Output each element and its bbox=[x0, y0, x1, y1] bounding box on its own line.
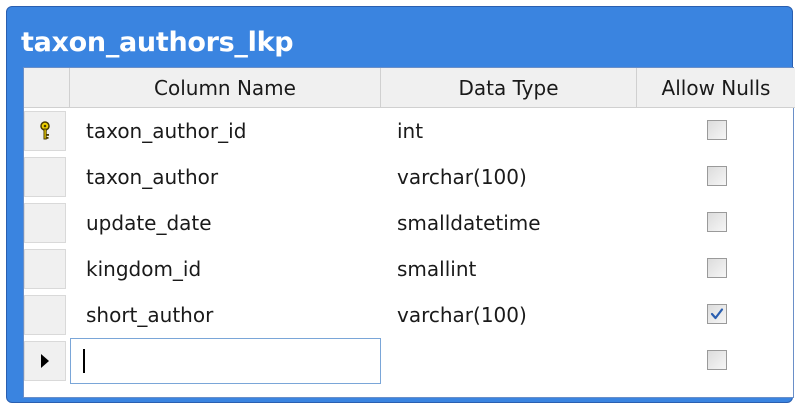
allow-nulls-checkbox[interactable] bbox=[707, 258, 727, 278]
table-row[interactable]: kingdom_id smallint bbox=[24, 246, 795, 292]
column-name-cell[interactable]: short_author bbox=[86, 292, 213, 338]
data-type-cell[interactable]: smalldatetime bbox=[397, 200, 541, 246]
allow-nulls-checkbox[interactable] bbox=[707, 304, 727, 324]
table-row[interactable]: taxon_author varchar(100) bbox=[24, 154, 795, 200]
data-type-cell[interactable]: varchar(100) bbox=[397, 154, 527, 200]
row-selector[interactable] bbox=[24, 341, 66, 381]
text-caret bbox=[83, 349, 85, 373]
row-selector[interactable] bbox=[24, 157, 66, 197]
column-name-cell[interactable]: taxon_author_id bbox=[86, 108, 246, 154]
column-grid: Column Name Data Type Allow Nulls taxon_… bbox=[23, 67, 795, 398]
data-type-cell[interactable]: varchar(100) bbox=[397, 292, 527, 338]
table-row[interactable]: taxon_author_id int bbox=[24, 108, 795, 154]
table-design-window: taxon_authors_lkp Column Name Data Type … bbox=[6, 6, 795, 403]
data-type-cell[interactable]: int bbox=[397, 108, 423, 154]
new-row[interactable] bbox=[24, 338, 795, 384]
key-icon bbox=[40, 121, 50, 140]
data-type-cell[interactable]: smallint bbox=[397, 246, 476, 292]
table-title: taxon_authors_lkp bbox=[21, 27, 294, 58]
row-selector[interactable] bbox=[24, 203, 66, 243]
column-name-cell[interactable]: taxon_author bbox=[86, 154, 218, 200]
row-selector[interactable] bbox=[24, 295, 66, 335]
data-type-header: Data Type bbox=[381, 68, 637, 108]
row-selector[interactable] bbox=[24, 249, 66, 289]
table-row[interactable]: short_author varchar(100) bbox=[24, 292, 795, 338]
column-name-cell[interactable]: update_date bbox=[86, 200, 212, 246]
allow-nulls-checkbox[interactable] bbox=[707, 350, 727, 370]
allow-nulls-checkbox[interactable] bbox=[707, 212, 727, 232]
table-row[interactable]: update_date smalldatetime bbox=[24, 200, 795, 246]
allow-nulls-header: Allow Nulls bbox=[637, 68, 795, 108]
column-name-input[interactable] bbox=[70, 338, 381, 384]
column-name-header: Column Name bbox=[70, 68, 381, 108]
row-pointer-icon bbox=[41, 354, 49, 368]
row-selector[interactable] bbox=[24, 111, 66, 151]
allow-nulls-checkbox[interactable] bbox=[707, 120, 727, 140]
allow-nulls-checkbox[interactable] bbox=[707, 166, 727, 186]
column-name-cell[interactable]: kingdom_id bbox=[86, 246, 201, 292]
checkmark-icon bbox=[710, 308, 724, 320]
row-selector-header bbox=[24, 68, 70, 108]
